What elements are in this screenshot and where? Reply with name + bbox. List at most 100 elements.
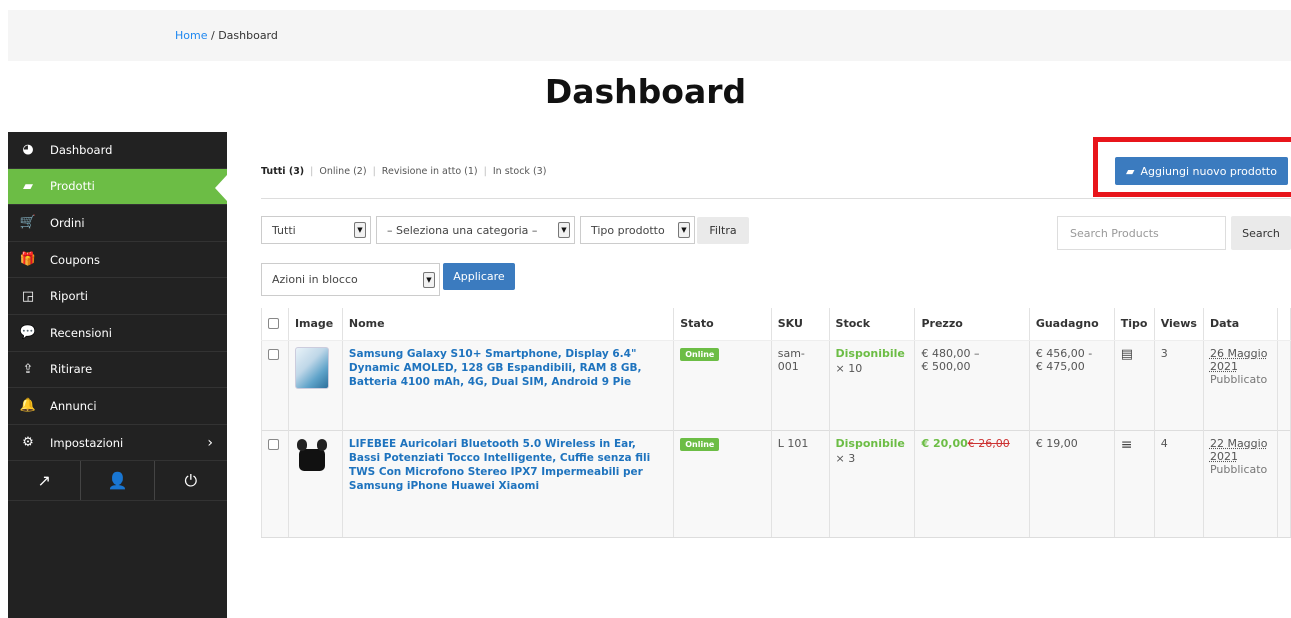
column-header: Guadagno — [1029, 308, 1115, 341]
dashboard-icon: ◕ — [22, 142, 34, 158]
type-cell: ▤ — [1114, 339, 1155, 430]
product-name-link[interactable]: LIFEBEE Auricolari Bluetooth 5.0 Wireles… — [349, 437, 667, 493]
sidebar-footer: ↗ 👤 ⏻ — [8, 461, 227, 502]
product-thumbnail[interactable] — [295, 438, 331, 475]
column-header[interactable]: Data — [1203, 308, 1278, 341]
earbud-right — [316, 438, 327, 451]
earning-cell: € 456,00 - € 475,00 — [1029, 339, 1115, 430]
stock-cell: Disponibile × 3 — [829, 429, 916, 538]
separator: | — [372, 166, 376, 177]
column-header-actions — [1277, 308, 1291, 341]
sidebar-item-impostazioni[interactable]: ⚙ Impostazioni › — [8, 425, 227, 462]
highlight-box — [1093, 137, 1291, 197]
page-title: Dashboard — [544, 72, 747, 111]
filter-button[interactable]: Filtra — [697, 217, 749, 244]
bell-icon: 🔔 — [19, 398, 37, 414]
filter-review-link[interactable]: Revisione in atto (1) — [382, 166, 478, 177]
gear-icon: ⚙ — [22, 435, 34, 451]
row-checkbox-cell — [261, 429, 289, 538]
sidebar-item-ordini[interactable]: 🛒 Ordini — [8, 205, 227, 242]
breadcrumb-home-link[interactable]: Home — [175, 29, 207, 42]
column-header[interactable]: Views — [1154, 308, 1204, 341]
product-name-cell: LIFEBEE Auricolari Bluetooth 5.0 Wireles… — [342, 429, 675, 538]
breadcrumb-separator: / — [207, 29, 219, 42]
search-input[interactable]: Search Products — [1057, 216, 1226, 250]
sidebar-item-label: Impostazioni — [50, 435, 124, 450]
price-max: € 500,00 — [921, 359, 971, 373]
stock-status: Disponibile — [835, 346, 905, 360]
product-name-cell: Samsung Galaxy S10+ Smartphone, Display … — [342, 339, 675, 430]
publish-status: Pubblicato — [1209, 372, 1268, 386]
column-header[interactable]: SKU — [771, 308, 830, 341]
sidebar-item-riporti[interactable]: ◲ Riporti — [8, 278, 227, 315]
date-cell: 26 Maggio 2021 Pubblicato — [1203, 339, 1278, 430]
stock-cell: Disponibile × 10 — [829, 339, 916, 430]
earbuds-case — [298, 448, 325, 471]
filter-online-link[interactable]: Online (2) — [319, 166, 366, 177]
product-name-link[interactable]: Samsung Galaxy S10+ Smartphone, Display … — [349, 347, 667, 389]
regular-price: € 26,00 — [967, 436, 1010, 450]
stock-quantity: × 10 — [835, 361, 863, 375]
product-image-cell — [288, 429, 343, 538]
bulk-actions-select[interactable]: Azioni in blocco ▼ — [261, 263, 440, 296]
select-value: Azioni in blocco — [272, 273, 358, 286]
sale-price: € 20,00 — [921, 436, 968, 450]
category-select[interactable]: – Seleziona una categoria – ▼ — [376, 216, 575, 244]
row-checkbox[interactable] — [268, 438, 279, 450]
sidebar-item-coupons[interactable]: 🎁 Coupons — [8, 242, 227, 279]
external-link-icon[interactable]: ↗ — [8, 461, 82, 501]
select-all-cell — [261, 308, 289, 341]
breadcrumb-current: Dashboard — [218, 29, 278, 42]
price-cell: € 20,00€ 26,00 — [914, 429, 1030, 538]
stock-quantity: × 3 — [835, 451, 856, 465]
column-header: Image — [288, 308, 343, 341]
filter-in-stock-link[interactable]: In stock (3) — [493, 166, 547, 177]
select-value: – Seleziona una categoria – — [387, 223, 538, 237]
products-table: Image Nome Stato SKU Stock Prezzo Guadag… — [261, 308, 1291, 538]
product-thumbnail[interactable] — [294, 346, 329, 389]
status-cell: Online — [673, 429, 772, 538]
sidebar-item-label: Ordini — [50, 215, 85, 230]
table-row: Samsung Galaxy S10+ Smartphone, Display … — [261, 339, 1291, 430]
cart-icon: 🛒 — [19, 215, 37, 231]
publish-status: Pubblicato — [1209, 462, 1268, 476]
status-badge: Online — [680, 437, 720, 451]
sidebar-item-prodotti[interactable]: ▰ Prodotti — [8, 168, 227, 206]
upload-icon: ⇪ — [22, 361, 34, 377]
simple-product-icon: ≡ — [1120, 436, 1133, 453]
sidebar-item-label: Annunci — [50, 398, 97, 413]
select-all-checkbox[interactable] — [268, 317, 279, 329]
column-header[interactable]: Nome — [342, 308, 675, 341]
status-filter-links: Tutti (3) | Online (2) | Revisione in at… — [261, 166, 546, 177]
apply-button[interactable]: Applicare — [443, 263, 515, 290]
sku-cell: L 101 — [771, 429, 830, 538]
date-cell: 22 Maggio 2021 Pubblicato — [1203, 429, 1278, 538]
price-cell: € 480,00 – € 500,00 — [914, 339, 1030, 430]
all-products-select[interactable]: Tutti ▼ — [261, 216, 371, 244]
user-icon[interactable]: 👤 — [81, 461, 155, 501]
sidebar-item-annunci[interactable]: 🔔 Annunci — [8, 388, 227, 425]
earning-max: € 475,00 — [1035, 359, 1085, 373]
column-header[interactable]: Prezzo — [914, 308, 1030, 341]
row-checkbox[interactable] — [268, 348, 279, 360]
sidebar-item-recensioni[interactable]: 💬 Recensioni — [8, 315, 227, 352]
sidebar-item-label: Dashboard — [50, 142, 113, 157]
breadcrumb-bar: Home / Dashboard — [8, 10, 1291, 61]
gift-icon: 🎁 — [19, 252, 37, 268]
product-type-select[interactable]: Tipo prodotto ▼ — [580, 216, 695, 244]
comments-icon: 💬 — [19, 325, 37, 341]
sidebar-item-dashboard[interactable]: ◕ Dashboard — [8, 132, 227, 169]
power-icon[interactable]: ⏻ — [155, 461, 227, 500]
row-checkbox-cell — [261, 339, 289, 430]
active-indicator-arrow — [215, 174, 227, 201]
earning-min: € 456,00 - — [1035, 346, 1093, 360]
views-cell: 4 — [1154, 429, 1204, 538]
search-button[interactable]: Search — [1231, 216, 1291, 250]
chevron-right-icon: › — [207, 434, 213, 451]
sidebar-item-ritirare[interactable]: ⇪ Ritirare — [8, 352, 227, 389]
separator: | — [483, 166, 487, 177]
date-link[interactable]: 26 Maggio 2021 — [1210, 347, 1271, 373]
filter-all-link[interactable]: Tutti (3) — [261, 166, 304, 177]
chevron-down-icon: ▼ — [558, 222, 570, 238]
date-link[interactable]: 22 Maggio 2021 — [1210, 437, 1271, 463]
